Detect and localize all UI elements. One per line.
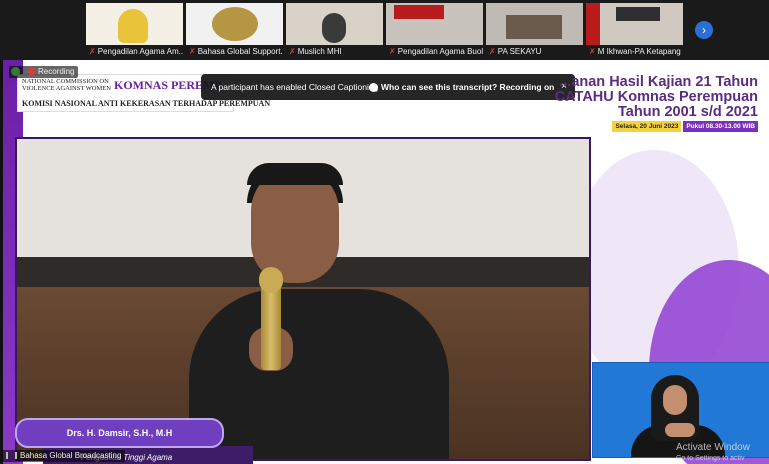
active-speaker-label: Bahasa Global Broadcasting bbox=[2, 450, 126, 462]
record-dot-icon bbox=[28, 68, 35, 76]
org-english-name: NATIONAL COMMISSION ON VIOLENCE AGAINST … bbox=[22, 78, 111, 92]
windows-activation-watermark: Activate Window Go to Settings to activ bbox=[676, 442, 750, 462]
mic-off-icon: ✗ bbox=[489, 47, 496, 56]
mic-off-icon: ✗ bbox=[289, 47, 296, 56]
participant-tile[interactable]: ✗ Bahasa Global Support... bbox=[186, 3, 283, 58]
info-icon bbox=[369, 83, 378, 93]
participant-name: Pengadilan Agama Buol bbox=[397, 47, 483, 56]
event-title: ...anan Hasil Kajian 21 Tahun CATAHU Kom… bbox=[554, 74, 758, 120]
speaker-name-plate: Drs. H. Damsir, S.H., M.H bbox=[15, 418, 224, 448]
shield-icon bbox=[11, 67, 20, 77]
event-time: Pukul 08.30-13.00 WIB bbox=[683, 121, 758, 132]
next-page-button[interactable]: › bbox=[695, 21, 713, 39]
participant-video bbox=[286, 3, 383, 45]
participant-tile[interactable]: ✗ PA SEKAYU bbox=[486, 3, 583, 58]
participant-name: Muslich MHI bbox=[297, 47, 342, 56]
speaker-body bbox=[189, 289, 449, 459]
participant-video bbox=[86, 3, 183, 45]
mic-off-icon: ✗ bbox=[589, 47, 596, 56]
mic-off-icon: ✗ bbox=[189, 47, 196, 56]
mic-off-icon: ✗ bbox=[389, 47, 396, 56]
participant-strip: ✗ Pengadilan Agama Am... ✗ Bahasa Global S… bbox=[0, 0, 769, 60]
event-date: Selasa, 20 Juni 2023 bbox=[612, 121, 682, 132]
participant-tile[interactable]: ✗ Pengadilan Agama Buol bbox=[386, 3, 483, 58]
participant-tile[interactable]: ✗ M Ikhwan-PA Ketapang bbox=[586, 3, 683, 58]
participant-name: Pengadilan Agama Am... bbox=[97, 47, 183, 56]
participant-video bbox=[386, 3, 483, 45]
event-schedule: Selasa, 20 Juni 2023 Pukul 08.30-13.00 WI… bbox=[588, 121, 758, 132]
participant-video bbox=[186, 3, 283, 45]
audio-level-icon bbox=[6, 452, 17, 460]
mic-off-icon: ✗ bbox=[89, 47, 96, 56]
notification-message: A participant has enabled Closed Caption… bbox=[211, 82, 379, 92]
participant-video bbox=[586, 3, 683, 45]
participant-name: M Ikhwan-PA Ketapang bbox=[597, 47, 681, 56]
org-indonesian-name: KOMISI NASIONAL ANTI KEKERASAN TERHADAP … bbox=[22, 99, 271, 108]
participant-tile[interactable]: ✗ Pengadilan Agama Am... bbox=[86, 3, 183, 58]
chevron-right-icon: › bbox=[702, 23, 706, 37]
participant-tile[interactable]: ✗ Muslich MHI bbox=[286, 3, 383, 58]
participant-name: Bahasa Global Support... bbox=[197, 47, 283, 56]
speaker-video bbox=[15, 137, 591, 461]
participant-video bbox=[486, 3, 583, 45]
recording-label: Recording bbox=[38, 67, 75, 76]
shared-video-stage: NATIONAL COMMISSION ON VIOLENCE AGAINST … bbox=[3, 60, 769, 464]
participant-name: PA SEKAYU bbox=[497, 47, 542, 56]
recording-indicator[interactable]: Recording bbox=[9, 66, 79, 78]
